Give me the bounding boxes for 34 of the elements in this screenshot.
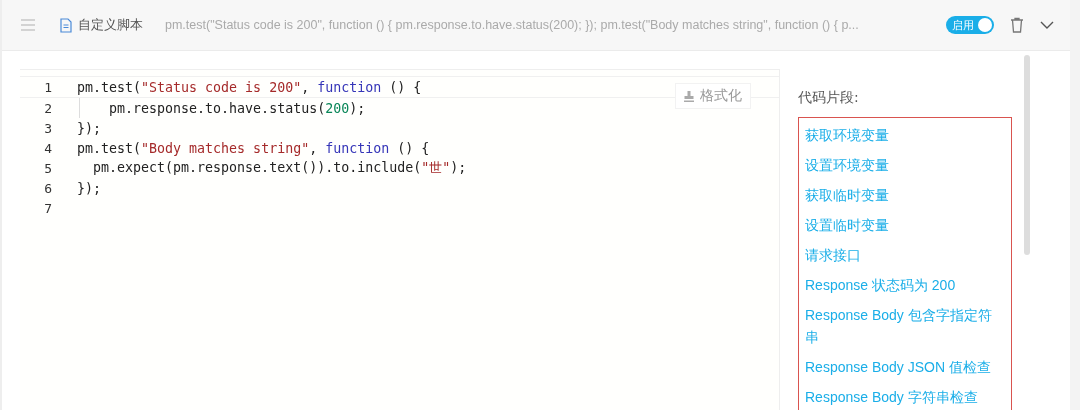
code-line: pm.response.to.have.status(200);: [108, 100, 366, 116]
format-button[interactable]: 格式化: [675, 83, 751, 109]
code-line: pm.expect(pm.response.text()).to.include("世");: [92, 159, 467, 177]
line-number: 7: [43, 200, 52, 216]
snippet-link[interactable]: 设置临时变量: [805, 210, 1005, 240]
line-number: 6: [43, 180, 52, 196]
code-line: pm.test("Status code is 200", function () {: [77, 79, 422, 95]
script-title: 自定义脚本: [78, 16, 143, 34]
trash-icon[interactable]: [1010, 17, 1024, 33]
snippet-link[interactable]: 设置环境变量: [805, 150, 1005, 180]
code-editor[interactable]: 1 pm.test("Status code is 200", function () { 2 pm.response.to.have.status(200); 3 }); 4 pm.test("Body matches string", function () { 5 pm.expect(pm.response.text()).to.include("世"); 6 }); 7 格式化: [20, 69, 780, 410]
code-line: pm.test("Body matches string", function () {: [77, 140, 430, 156]
code-line: });: [77, 120, 102, 136]
chevron-down-icon[interactable]: [1040, 20, 1054, 30]
drag-handle-icon[interactable]: [20, 18, 36, 32]
download-icon: [684, 90, 694, 102]
enable-toggle[interactable]: 启用: [946, 16, 994, 34]
snippet-link[interactable]: Response Body 字符串检查: [805, 382, 1005, 410]
snippet-link[interactable]: 请求接口: [805, 240, 1005, 270]
code-line: });: [77, 180, 102, 196]
line-number: 2: [43, 100, 52, 116]
line-number: 1: [43, 79, 52, 95]
line-number: 4: [43, 140, 52, 156]
document-icon: [60, 17, 72, 33]
snippet-link[interactable]: Response Body JSON 值检查: [805, 352, 1005, 382]
line-number: 5: [43, 160, 52, 176]
snippet-link[interactable]: 获取临时变量: [805, 180, 1005, 210]
snippet-link[interactable]: 获取环境变量: [805, 120, 1005, 150]
scrollbar[interactable]: [1024, 55, 1030, 255]
snippet-link[interactable]: Response Body 包含字指定符串: [805, 300, 1005, 352]
script-summary: pm.test("Status code is 200", function () { pm.response.to.have.status(200); }); pm.test("Body matches string", function () { p...: [165, 18, 860, 32]
line-number: 3: [43, 120, 52, 136]
snippet-link[interactable]: Response 状态码为 200: [805, 270, 1005, 300]
snippets-title: 代码片段:: [798, 89, 860, 107]
